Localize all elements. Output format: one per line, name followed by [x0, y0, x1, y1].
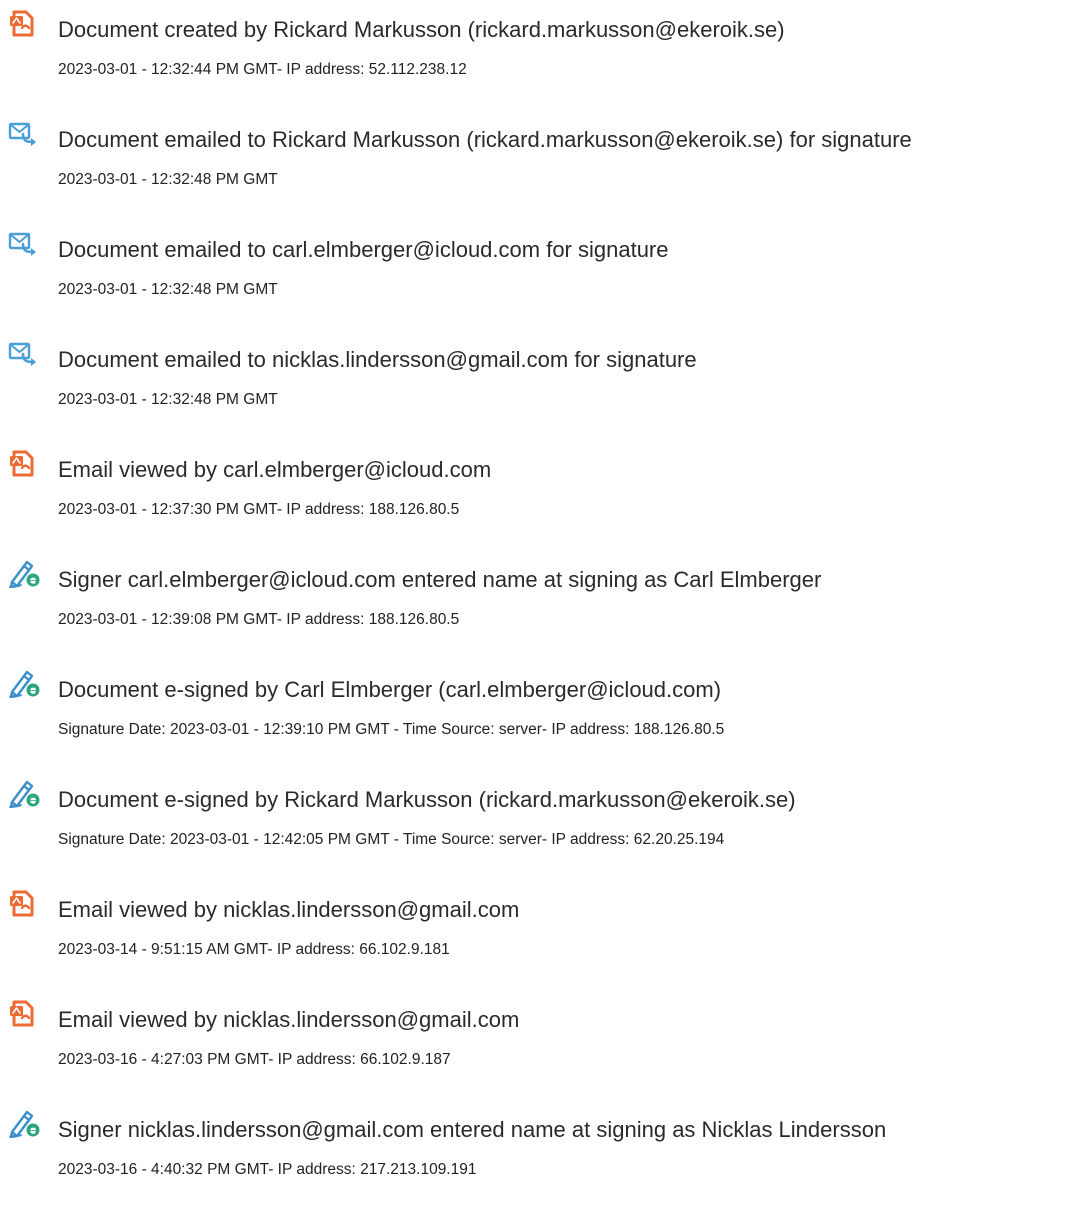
- entry-detail: 2023-03-01 - 12:39:08 PM GMT- IP address…: [58, 611, 460, 628]
- esign-pen-icon: [8, 670, 42, 698]
- esign-pen-icon: [8, 780, 42, 808]
- log-entry: Email viewed by nicklas.lindersson@gmail…: [0, 1000, 1091, 1090]
- entry-title: Email viewed by carl.elmberger@icloud.co…: [58, 457, 492, 482]
- entry-detail: 2023-03-01 - 12:32:48 PM GMT: [58, 171, 278, 188]
- entry-detail: Signature Date: 2023-03-01 - 12:39:10 PM…: [58, 721, 725, 738]
- entry-detail: 2023-03-01 - 12:32:44 PM GMT- IP address…: [58, 61, 467, 78]
- email-sent-icon: [8, 230, 42, 258]
- document-icon: [8, 890, 42, 918]
- log-entry: Document created by Rickard Markusson (r…: [0, 10, 1091, 100]
- entry-title: Signer nicklas.lindersson@gmail.com ente…: [58, 1117, 887, 1142]
- log-entry: Document e-signed by Carl Elmberger (car…: [0, 670, 1091, 760]
- entry-detail: 2023-03-01 - 12:32:48 PM GMT: [58, 281, 278, 298]
- log-entry: Document e-signed by Rickard Markusson (…: [0, 780, 1091, 870]
- entry-title: Document emailed to Rickard Markusson (r…: [58, 127, 912, 152]
- entry-detail: 2023-03-01 - 12:32:48 PM GMT: [58, 391, 278, 408]
- esign-pen-icon: [8, 1110, 42, 1138]
- entry-title: Document emailed to nicklas.lindersson@g…: [58, 347, 697, 372]
- log-entry: Email viewed by carl.elmberger@icloud.co…: [0, 450, 1091, 540]
- entry-title: Signer carl.elmberger@icloud.com entered…: [58, 567, 822, 592]
- entry-title: Email viewed by nicklas.lindersson@gmail…: [58, 1007, 520, 1032]
- entry-detail: Signature Date: 2023-03-01 - 12:42:05 PM…: [58, 831, 725, 848]
- entry-detail: 2023-03-16 - 4:27:03 PM GMT- IP address:…: [58, 1051, 451, 1068]
- entry-title: Document e-signed by Carl Elmberger (car…: [58, 677, 722, 702]
- entry-detail: 2023-03-14 - 9:51:15 AM GMT- IP address:…: [58, 941, 450, 958]
- document-icon: [8, 10, 42, 38]
- log-entry: Document emailed to carl.elmberger@iclou…: [0, 230, 1091, 320]
- entry-title: Document e-signed by Rickard Markusson (…: [58, 787, 796, 812]
- log-entry: Email viewed by nicklas.lindersson@gmail…: [0, 890, 1091, 980]
- entry-title: Document emailed to carl.elmberger@iclou…: [58, 237, 669, 262]
- log-entry: Signer carl.elmberger@icloud.com entered…: [0, 560, 1091, 650]
- log-entry: Document emailed to nicklas.lindersson@g…: [0, 340, 1091, 430]
- entry-detail: 2023-03-16 - 4:40:32 PM GMT- IP address:…: [58, 1161, 477, 1178]
- entry-title: Email viewed by nicklas.lindersson@gmail…: [58, 897, 520, 922]
- log-entry: Document emailed to Rickard Markusson (r…: [0, 120, 1091, 210]
- entry-detail: 2023-03-01 - 12:37:30 PM GMT- IP address…: [58, 501, 460, 518]
- entry-title: Document created by Rickard Markusson (r…: [58, 17, 785, 42]
- log-entry: Signer nicklas.lindersson@gmail.com ente…: [0, 1110, 1091, 1200]
- document-icon: [8, 1000, 42, 1028]
- email-sent-icon: [8, 340, 42, 368]
- esign-pen-icon: [8, 560, 42, 588]
- email-sent-icon: [8, 120, 42, 148]
- document-icon: [8, 450, 42, 478]
